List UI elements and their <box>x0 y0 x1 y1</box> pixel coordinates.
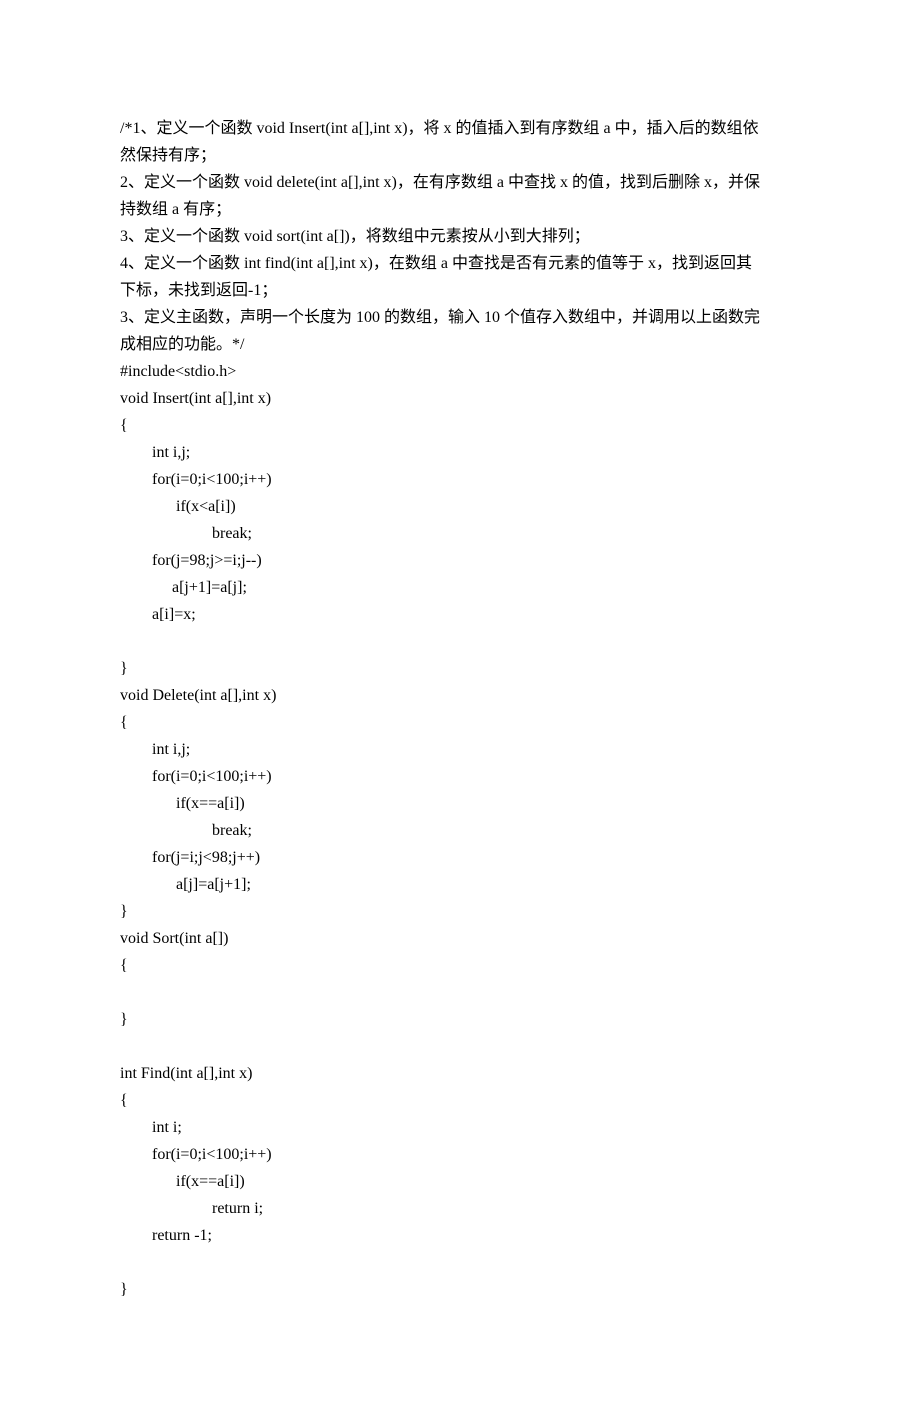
document-page: /*1、定义一个函数 void Insert(int a[],int x)，将 … <box>0 0 920 1418</box>
code-line: for(j=98;j>=i;j--) <box>120 547 800 574</box>
code-line <box>120 1249 800 1276</box>
code-line: return i; <box>120 1195 800 1222</box>
code-line: { <box>120 1087 800 1114</box>
code-line <box>120 1033 800 1060</box>
code-line: void Delete(int a[],int x) <box>120 682 800 709</box>
code-line: 2、定义一个函数 void delete(int a[],int x)，在有序数… <box>120 169 800 196</box>
code-line: int i; <box>120 1114 800 1141</box>
code-line: 然保持有序； <box>120 142 800 169</box>
code-line: } <box>120 1006 800 1033</box>
code-line: } <box>120 1276 800 1303</box>
code-line: 下标，未找到返回-1； <box>120 277 800 304</box>
code-line: a[j]=a[j+1]; <box>120 871 800 898</box>
code-line: if(x==a[i]) <box>120 1168 800 1195</box>
code-line: #include<stdio.h> <box>120 358 800 385</box>
code-line: int Find(int a[],int x) <box>120 1060 800 1087</box>
code-line: break; <box>120 817 800 844</box>
code-line: int i,j; <box>120 736 800 763</box>
code-line: { <box>120 412 800 439</box>
code-line: int i,j; <box>120 439 800 466</box>
code-line: a[i]=x; <box>120 601 800 628</box>
code-line <box>120 979 800 1006</box>
code-line: for(i=0;i<100;i++) <box>120 466 800 493</box>
code-line: 3、定义一个函数 void sort(int a[])，将数组中元素按从小到大排… <box>120 223 800 250</box>
code-line: if(x<a[i]) <box>120 493 800 520</box>
code-line: void Insert(int a[],int x) <box>120 385 800 412</box>
code-line: for(j=i;j<98;j++) <box>120 844 800 871</box>
code-line: { <box>120 709 800 736</box>
code-line: } <box>120 898 800 925</box>
code-line: void Sort(int a[]) <box>120 925 800 952</box>
code-line: a[j+1]=a[j]; <box>120 574 800 601</box>
code-line <box>120 628 800 655</box>
code-line: if(x==a[i]) <box>120 790 800 817</box>
code-line: for(i=0;i<100;i++) <box>120 1141 800 1168</box>
code-line: 成相应的功能。*/ <box>120 331 800 358</box>
code-line: } <box>120 655 800 682</box>
code-line: return -1; <box>120 1222 800 1249</box>
code-line: { <box>120 952 800 979</box>
code-line: /*1、定义一个函数 void Insert(int a[],int x)，将 … <box>120 115 800 142</box>
code-line: 4、定义一个函数 int find(int a[],int x)，在数组 a 中… <box>120 250 800 277</box>
code-line: for(i=0;i<100;i++) <box>120 763 800 790</box>
code-line: 持数组 a 有序； <box>120 196 800 223</box>
code-line: break; <box>120 520 800 547</box>
code-line: 3、定义主函数，声明一个长度为 100 的数组，输入 10 个值存入数组中，并调… <box>120 304 800 331</box>
